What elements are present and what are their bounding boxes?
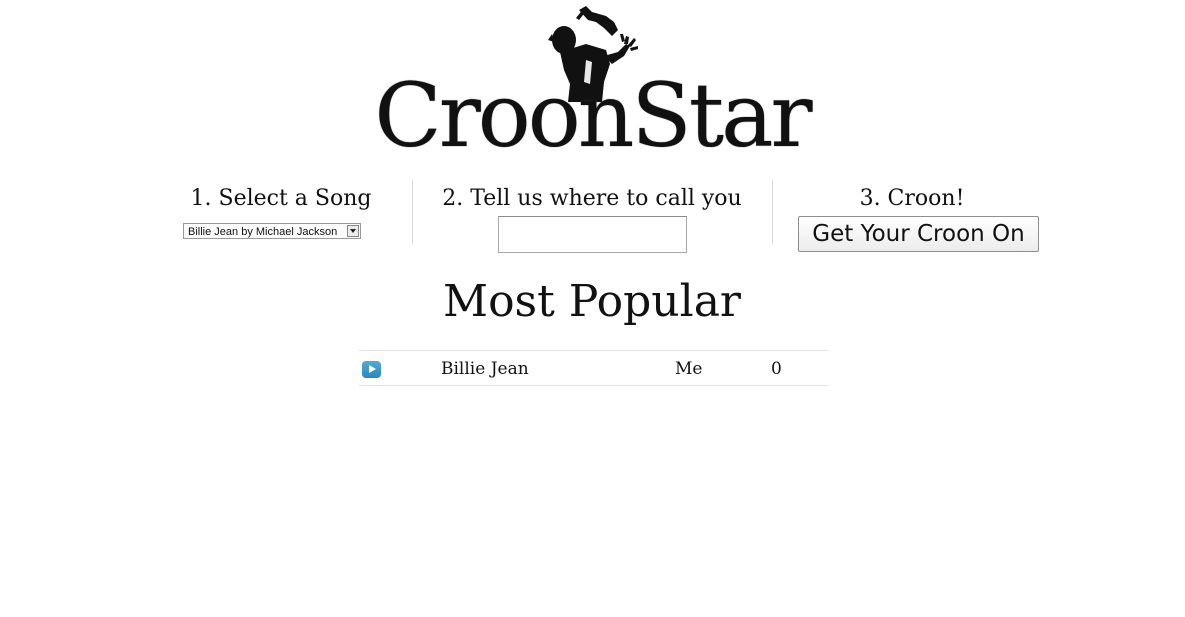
page: CroonStar 1. Select a Song Billie Jean b…	[0, 0, 1185, 617]
steps-panel: 1. Select a Song Billie Jean by Michael …	[150, 180, 1050, 260]
step-2-title: 2. Tell us where to call you	[442, 186, 742, 211]
step-croon: 3. Croon! Get Your Croon On	[772, 180, 1052, 252]
step-1-title: 1. Select a Song	[190, 186, 372, 211]
dropdown-arrow-icon	[347, 225, 359, 237]
step-phone: 2. Tell us where to call you	[413, 180, 771, 253]
step-select-song: 1. Select a Song Billie Jean by Michael …	[150, 180, 412, 244]
singer-name: Me	[675, 359, 703, 379]
croon-button[interactable]: Get Your Croon On	[798, 216, 1039, 252]
logo-wordmark: CroonStar	[374, 64, 812, 167]
phone-input[interactable]	[498, 216, 687, 253]
play-icon[interactable]	[362, 361, 381, 378]
song-title: Billie Jean	[441, 359, 529, 379]
croon-count: 0	[771, 359, 782, 379]
popular-table-row: Billie Jean Me 0	[359, 350, 828, 386]
most-popular-heading: Most Popular	[443, 276, 741, 327]
step-3-title: 3. Croon!	[859, 186, 965, 211]
song-select[interactable]: Billie Jean by Michael Jackson	[183, 223, 361, 239]
song-select-value: Billie Jean by Michael Jackson	[188, 226, 338, 238]
